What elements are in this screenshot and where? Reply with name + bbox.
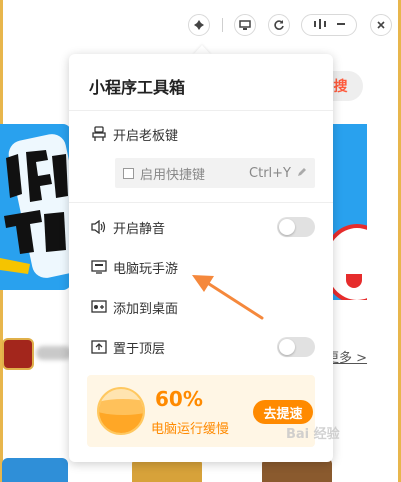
performance-percent: 60% [155, 387, 203, 411]
title-bar-separator [222, 18, 223, 32]
shortcut-setting: 启用快捷键 Ctrl+Y [115, 158, 315, 188]
watermark: Bai 经验 [286, 427, 340, 442]
bottom-app-icon-1[interactable] [2, 458, 68, 482]
divider [69, 202, 333, 203]
performance-panel: 60% 电脑运行缓慢 去提速 [87, 375, 315, 447]
menu-item-label: 开启静音 [113, 221, 166, 237]
pin-top-toggle[interactable] [277, 337, 315, 357]
window-controls [301, 14, 357, 36]
app-icon[interactable] [2, 338, 34, 370]
refresh-icon[interactable] [268, 14, 290, 36]
shortcut-key[interactable]: Ctrl+Y [249, 166, 291, 181]
toggle-knob [279, 339, 295, 355]
menu-item-label: 开启老板键 [113, 128, 179, 144]
minimize-icon[interactable] [336, 19, 346, 32]
banner-artwork [0, 150, 68, 274]
more-icon[interactable] [313, 18, 327, 32]
shortcut-checkbox[interactable] [123, 167, 134, 179]
monitor-icon[interactable] [234, 14, 256, 36]
toolbox-popup: 小程序工具箱 开启老板键 启用快捷键 Ctrl+Y 开启静音 电脑玩手游 添加到… [69, 54, 333, 462]
performance-gauge [97, 387, 145, 435]
popup-title: 小程序工具箱 [89, 78, 186, 97]
title-bar [0, 10, 401, 40]
performance-gauge-wave [99, 399, 143, 415]
divider [69, 110, 333, 111]
toggle-knob [279, 219, 295, 235]
menu-item-pc-mobile-games[interactable]: 电脑玩手游 [89, 257, 178, 277]
blurred-app-name [36, 346, 72, 360]
shortcut-checkbox-label[interactable]: 启用快捷键 [140, 164, 205, 183]
menu-item-label: 置于顶层 [113, 341, 166, 357]
speed-up-button[interactable]: 去提速 [253, 400, 313, 424]
speaker-icon [89, 219, 109, 235]
menu-item-add-desktop[interactable]: 添加到桌面 [89, 297, 178, 317]
menu-item-pin-top[interactable]: 置于顶层 [89, 337, 165, 357]
mute-toggle[interactable] [277, 217, 315, 237]
pin-top-icon [89, 339, 109, 355]
menu-item-label: 电脑玩手游 [113, 261, 179, 277]
performance-status: 电脑运行缓慢 [151, 422, 230, 437]
add-desktop-icon [89, 299, 109, 315]
close-icon[interactable] [370, 14, 392, 36]
banner-left[interactable] [0, 124, 71, 290]
gamepad-icon[interactable] [188, 14, 210, 36]
edit-icon[interactable] [297, 166, 307, 180]
menu-item-mute[interactable]: 开启静音 [89, 217, 165, 237]
boss-key-icon [89, 126, 109, 142]
menu-item-boss-key[interactable]: 开启老板键 [89, 124, 178, 144]
monitor-game-icon [89, 259, 109, 275]
menu-item-label: 添加到桌面 [113, 301, 179, 317]
